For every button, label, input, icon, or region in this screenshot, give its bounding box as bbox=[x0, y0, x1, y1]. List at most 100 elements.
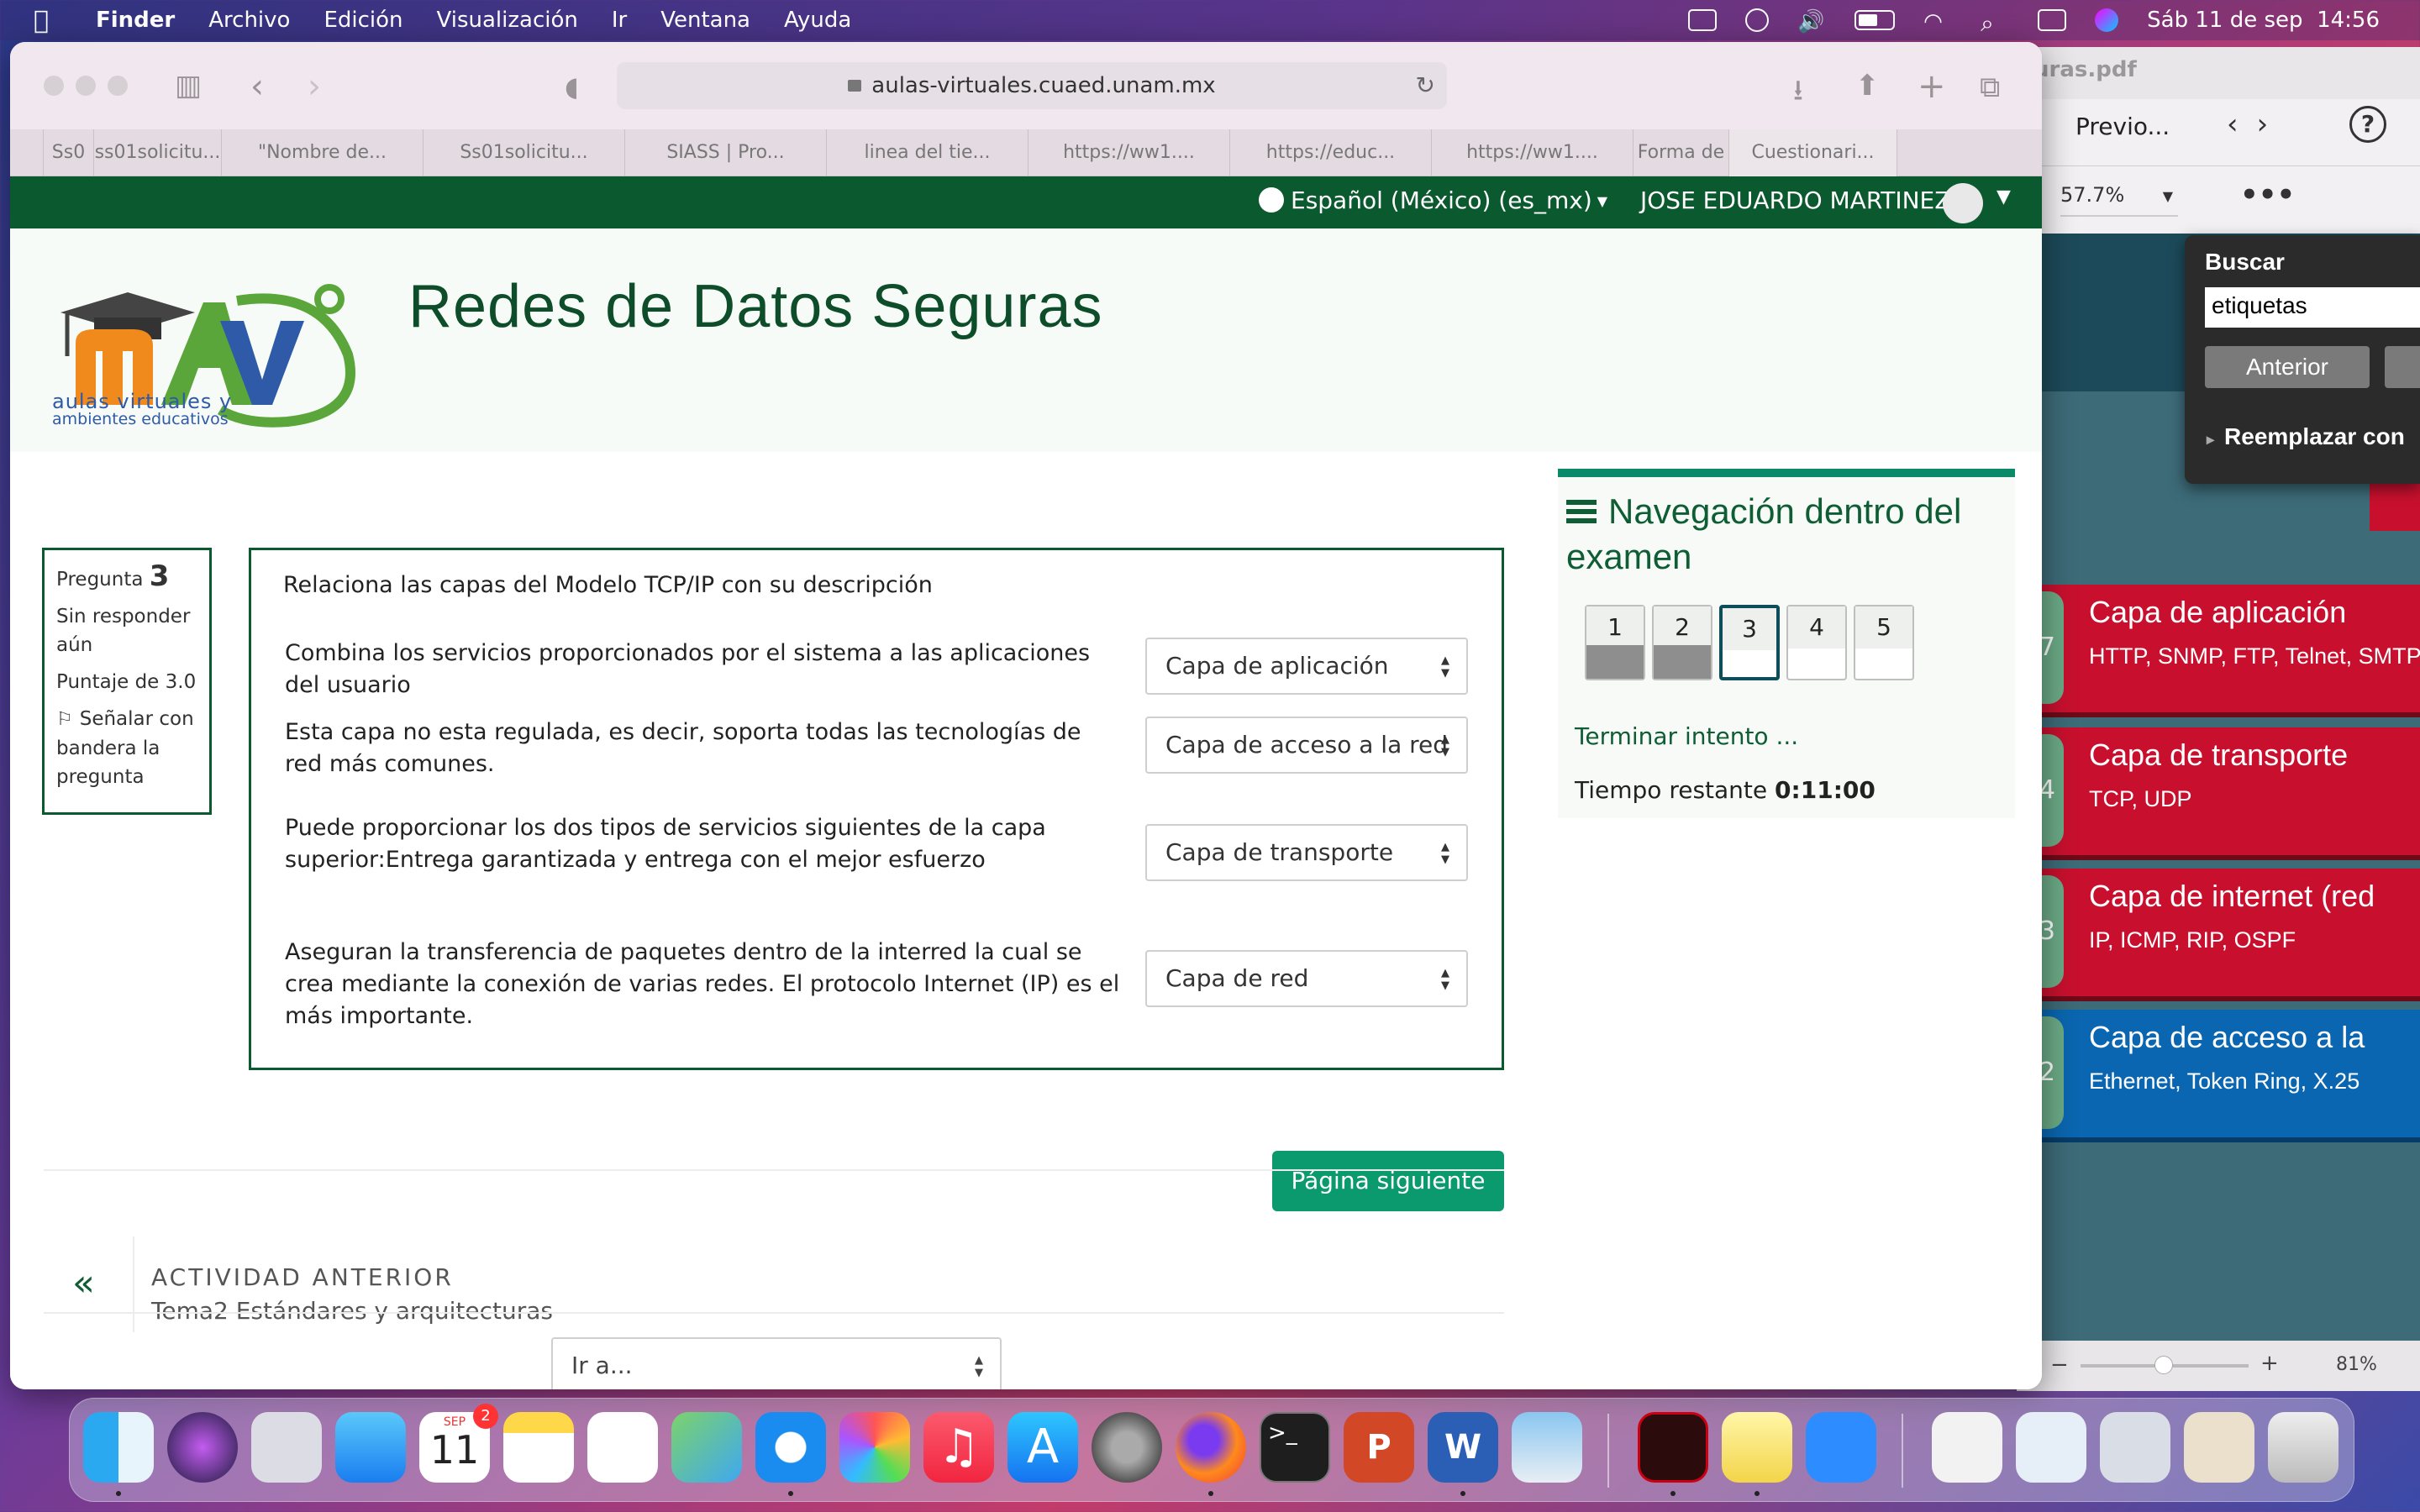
zoom-window-button[interactable] bbox=[108, 76, 128, 96]
language-menu[interactable]: Español (México) (es_mx) ▼ bbox=[1259, 186, 1607, 214]
zoom-select[interactable]: 57.7% ▼ bbox=[2060, 183, 2178, 217]
flag-question-link[interactable]: ⚐ Señalar con bandera la pregunta bbox=[56, 705, 197, 791]
find-previous-button[interactable]: Anterior bbox=[2205, 346, 2370, 388]
preview-label[interactable]: Previo... bbox=[2075, 113, 2170, 140]
tab-item[interactable]: SIASS | Pro... bbox=[625, 129, 827, 176]
control-center-icon[interactable] bbox=[2038, 9, 2067, 31]
calendar-icon[interactable]: SEP 11 2 bbox=[419, 1404, 498, 1483]
spotlight-search-icon[interactable]: ⌕ bbox=[1981, 9, 2009, 37]
jump-to-select[interactable]: Ir a... ▲ ▼ bbox=[551, 1337, 1002, 1389]
music-icon[interactable]: ♫ bbox=[923, 1412, 994, 1483]
tab-item[interactable]: https://ww1.... bbox=[1432, 129, 1634, 176]
minimized-window-thumbnail[interactable] bbox=[2016, 1412, 2086, 1483]
downloads-stack-icon[interactable] bbox=[1932, 1412, 2002, 1483]
safari-icon[interactable] bbox=[755, 1412, 826, 1483]
zoom-slider-thumb[interactable] bbox=[2154, 1356, 2173, 1374]
word-icon[interactable]: W bbox=[1428, 1412, 1498, 1483]
reload-icon[interactable]: ↻ bbox=[1416, 62, 1435, 109]
quiz-nav-button-2[interactable]: 2 bbox=[1652, 605, 1712, 680]
terminal-icon[interactable]: >_ bbox=[1260, 1412, 1330, 1483]
page-nav-arrows-icon[interactable]: ‹› bbox=[2227, 108, 2286, 141]
minimize-window-button[interactable] bbox=[76, 76, 96, 96]
match-select[interactable]: Capa de transporte ▲ ▼ bbox=[1145, 824, 1468, 881]
menu-ayuda[interactable]: Ayuda bbox=[784, 8, 851, 33]
finish-attempt-link[interactable]: Terminar intento ... bbox=[1575, 722, 1798, 750]
match-select[interactable]: Capa de acceso a la red ▲ ▼ bbox=[1145, 717, 1468, 774]
play-icon[interactable] bbox=[1745, 8, 1770, 32]
privacy-shield-icon[interactable]: ◖ bbox=[565, 71, 579, 102]
quiz-nav-button-5[interactable]: 5 bbox=[1854, 605, 1914, 680]
match-select[interactable]: Capa de red ▲ ▼ bbox=[1145, 950, 1468, 1007]
zoom-in-icon[interactable]: + bbox=[2260, 1351, 2279, 1376]
siri-icon[interactable] bbox=[2095, 8, 2119, 32]
menu-app-name[interactable]: Finder bbox=[96, 8, 175, 33]
powerpoint-icon[interactable]: P bbox=[1344, 1412, 1414, 1483]
siri-dock-icon[interactable] bbox=[167, 1412, 238, 1483]
battery-icon[interactable] bbox=[1854, 10, 1896, 30]
tab-item[interactable]: Forma de bbox=[1634, 129, 1729, 176]
tab-item[interactable]: "Nombre de... bbox=[222, 129, 424, 176]
preview-icon[interactable] bbox=[1512, 1412, 1582, 1483]
acrobat-icon[interactable] bbox=[1638, 1412, 1708, 1483]
back-icon[interactable]: ‹ bbox=[250, 67, 264, 106]
tab-item[interactable]: Ss01solicitu... bbox=[424, 129, 625, 176]
menu-ir[interactable]: Ir bbox=[612, 8, 627, 33]
maps-icon[interactable] bbox=[671, 1412, 742, 1483]
wifi-icon[interactable]: ◠ bbox=[1923, 9, 1952, 34]
tab-item[interactable]: https://educ... bbox=[1230, 129, 1432, 176]
tab-item[interactable]: linea del tie... bbox=[827, 129, 1028, 176]
volume-icon[interactable]: 🔊 bbox=[1797, 9, 1826, 34]
replace-toggle[interactable]: Reemplazar con bbox=[2207, 423, 2405, 450]
trash-icon[interactable] bbox=[2268, 1412, 2338, 1483]
menu-visualizacion[interactable]: Visualización bbox=[437, 8, 578, 33]
tab-overview-icon[interactable]: ⧉ bbox=[1980, 71, 2000, 104]
menu-edicion[interactable]: Edición bbox=[324, 8, 402, 33]
share-icon[interactable]: ⬆ bbox=[1855, 69, 1880, 102]
system-preferences-icon[interactable] bbox=[1092, 1412, 1162, 1483]
user-name[interactable]: JOSE EDUARDO MARTINEZ bbox=[1640, 186, 1950, 214]
avatar[interactable] bbox=[1943, 183, 1983, 223]
finder-icon[interactable] bbox=[83, 1412, 154, 1483]
find-input[interactable]: etiquetas bbox=[2205, 287, 2420, 328]
app-store-icon[interactable]: A bbox=[1007, 1412, 1078, 1483]
tab-item[interactable]: https://ww1.... bbox=[1028, 129, 1230, 176]
match-select[interactable]: Capa de aplicación ▲ ▼ bbox=[1145, 638, 1468, 695]
next-page-button[interactable]: Página siguiente bbox=[1272, 1151, 1504, 1211]
firefox-icon[interactable] bbox=[1176, 1412, 1246, 1483]
previous-activity-link[interactable]: « ACTIVIDAD ANTERIOR Tema2 Estándares y … bbox=[44, 1236, 1504, 1337]
tab-item[interactable]: Ss0 bbox=[44, 129, 94, 176]
aulas-virtuales-logo[interactable]: aulas virtuales y ambientes educativos bbox=[52, 262, 405, 430]
close-window-button[interactable] bbox=[44, 76, 64, 96]
quiz-nav-button-3-current[interactable]: 3 bbox=[1719, 605, 1780, 680]
sidebar-icon[interactable]: ▥ bbox=[175, 69, 202, 102]
zoom-app-icon[interactable] bbox=[1806, 1412, 1876, 1483]
minimized-window-thumbnail[interactable] bbox=[2100, 1412, 2170, 1483]
more-options-icon[interactable]: ••• bbox=[2240, 178, 2295, 212]
tab-item[interactable]: ss01solicitu... bbox=[94, 129, 222, 176]
menu-ventana[interactable]: Ventana bbox=[660, 8, 750, 33]
quiz-nav-button-4[interactable]: 4 bbox=[1786, 605, 1847, 680]
reminders-icon[interactable] bbox=[587, 1412, 658, 1483]
zoom-out-icon[interactable]: − bbox=[2050, 1352, 2069, 1378]
forward-icon[interactable]: › bbox=[308, 67, 321, 106]
downloads-icon[interactable]: ⭳ bbox=[1793, 71, 1803, 118]
find-next-button[interactable] bbox=[2385, 346, 2420, 388]
menu-archivo[interactable]: Archivo bbox=[208, 8, 290, 33]
new-tab-icon[interactable]: + bbox=[1918, 67, 1946, 106]
quiz-nav-button-1[interactable]: 1 bbox=[1585, 605, 1645, 680]
apple-menu-icon[interactable]:  bbox=[34, 6, 67, 35]
launchpad-icon[interactable] bbox=[251, 1412, 322, 1483]
photos-icon[interactable] bbox=[839, 1412, 910, 1483]
user-menu-chevron-icon[interactable]: ▼ bbox=[1996, 186, 2011, 207]
display-icon[interactable] bbox=[1688, 9, 1718, 31]
minimized-window-thumbnail[interactable] bbox=[2184, 1412, 2254, 1483]
mail-icon[interactable] bbox=[335, 1412, 406, 1483]
help-icon[interactable]: ? bbox=[2349, 106, 2386, 143]
notes-icon[interactable] bbox=[503, 1412, 574, 1483]
course-title[interactable]: Redes de Datos Seguras bbox=[408, 272, 1102, 341]
tab-item-active[interactable]: Cuestionari... bbox=[1729, 129, 1897, 176]
tab-pinned[interactable] bbox=[10, 129, 44, 176]
menu-clock[interactable]: Sáb 11 de sep 14:56 bbox=[2147, 8, 2380, 33]
address-bar[interactable]: aulas-virtuales.cuaed.unam.mx ↻ bbox=[617, 62, 1447, 109]
stickies-icon[interactable] bbox=[1722, 1412, 1792, 1483]
